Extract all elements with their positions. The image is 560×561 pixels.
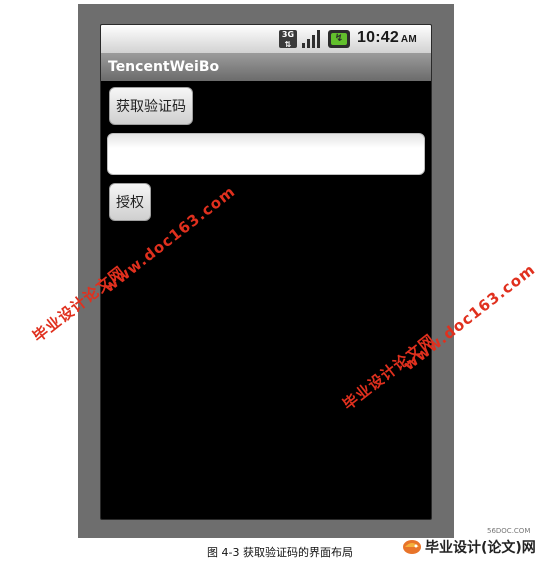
- get-verification-code-button[interactable]: 获取验证码: [109, 87, 193, 125]
- clock: 10:42 AM: [357, 29, 417, 47]
- footer-site: 56DOC.COM: [487, 527, 531, 535]
- fish-logo-icon: [403, 540, 421, 554]
- status-bar: 3G ⇅ ↯ 10:42 AM: [101, 25, 431, 54]
- clock-ampm: AM: [400, 34, 417, 45]
- network-badge: 3G: [281, 30, 295, 39]
- verification-code-input[interactable]: [107, 133, 425, 175]
- authorize-button[interactable]: 授权: [109, 183, 151, 221]
- clock-time: 10:42: [357, 29, 399, 46]
- app-title: TencentWeiBo: [108, 59, 220, 75]
- phone-screen: 3G ⇅ ↯ 10:42 AM TencentWeiBo 获取验证码 授权: [100, 24, 432, 520]
- battery-charging-icon: ↯: [328, 30, 350, 48]
- signal-icon: [302, 30, 322, 48]
- footer-site-name: 毕业设计(论文)网: [425, 540, 536, 556]
- app-title-bar: TencentWeiBo: [101, 54, 431, 81]
- 3g-icon: 3G ⇅: [279, 30, 297, 49]
- footer-logo: 56DOC.COM 毕业设计(论文)网: [395, 527, 555, 559]
